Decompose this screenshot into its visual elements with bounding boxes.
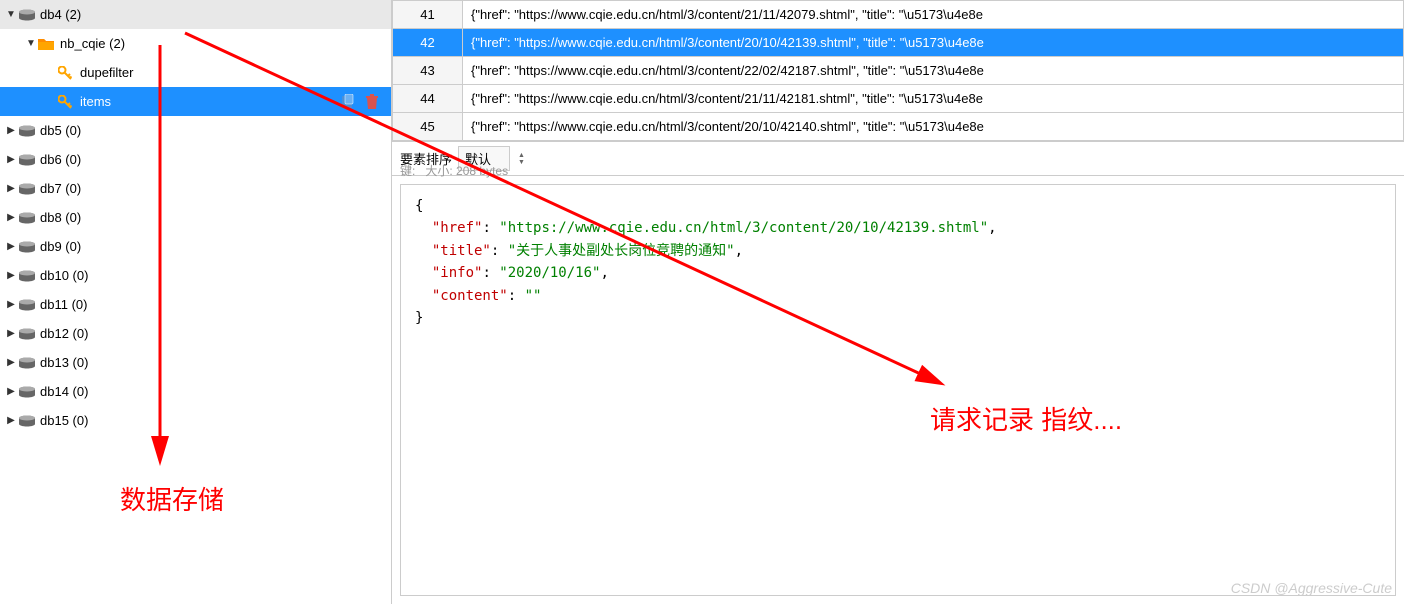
tree-item-label: db13 (0): [40, 355, 88, 370]
table-row[interactable]: 44{"href": "https://www.cqie.edu.cn/html…: [393, 85, 1404, 113]
tree-item-db9[interactable]: ▶ db9 (0): [0, 232, 391, 261]
tree-item-label: db5 (0): [40, 123, 81, 138]
row-number: 44: [393, 85, 463, 113]
database-icon: [18, 211, 36, 225]
json-viewer[interactable]: { "href": "https://www.cqie.edu.cn/html/…: [400, 184, 1396, 596]
tree-item-db13[interactable]: ▶ db13 (0): [0, 348, 391, 377]
expander-icon[interactable]: ▼: [24, 38, 38, 49]
row-number: 45: [393, 113, 463, 141]
tree-item-label: db10 (0): [40, 268, 88, 283]
key-icon: [58, 95, 76, 109]
copy-icon[interactable]: [339, 93, 357, 111]
database-icon: [18, 327, 36, 341]
database-icon: [18, 356, 36, 370]
expander-icon[interactable]: ▶: [4, 154, 18, 165]
tree-item-db4[interactable]: ▼ db4 (2): [0, 0, 391, 29]
database-icon: [18, 385, 36, 399]
row-value: {"href": "https://www.cqie.edu.cn/html/3…: [463, 85, 1404, 113]
sort-bar: 要素排序 默认 ▲▼ 键: 大小: 208 bytes: [392, 142, 1404, 176]
database-icon: [18, 298, 36, 312]
delete-icon[interactable]: [363, 93, 381, 111]
tree-item-label: items: [80, 94, 111, 109]
database-icon: [18, 182, 36, 196]
tree-item-db10[interactable]: ▶ db10 (0): [0, 261, 391, 290]
database-icon: [18, 124, 36, 138]
table-row[interactable]: 43{"href": "https://www.cqie.edu.cn/html…: [393, 57, 1404, 85]
tree-item-label: db11 (0): [40, 297, 87, 312]
tree-item-label: dupefilter: [80, 65, 133, 80]
tree-item-label: db9 (0): [40, 239, 81, 254]
size-info: 键: 大小: 208 bytes: [400, 162, 508, 179]
database-icon: [18, 269, 36, 283]
row-value: {"href": "https://www.cqie.edu.cn/html/3…: [463, 57, 1404, 85]
tree-item-nb_cqie[interactable]: ▼ nb_cqie (2): [0, 29, 391, 58]
data-table-area: 41{"href": "https://www.cqie.edu.cn/html…: [392, 0, 1404, 142]
tree-item-db7[interactable]: ▶ db7 (0): [0, 174, 391, 203]
expander-icon[interactable]: ▶: [4, 386, 18, 397]
tree-item-db8[interactable]: ▶ db8 (0): [0, 203, 391, 232]
tree-item-db5[interactable]: ▶ db5 (0): [0, 116, 391, 145]
tree-item-label: nb_cqie (2): [60, 36, 125, 51]
row-number: 41: [393, 1, 463, 29]
expander-icon[interactable]: ▶: [4, 241, 18, 252]
row-number: 43: [393, 57, 463, 85]
tree-item-label: db12 (0): [40, 326, 88, 341]
tree-item-db6[interactable]: ▶ db6 (0): [0, 145, 391, 174]
tree-item-label: db6 (0): [40, 152, 81, 167]
table-row[interactable]: 45{"href": "https://www.cqie.edu.cn/html…: [393, 113, 1404, 141]
tree-item-label: db7 (0): [40, 181, 81, 196]
expander-icon[interactable]: ▶: [4, 270, 18, 281]
sort-spinner[interactable]: ▲▼: [518, 152, 525, 166]
expander-icon[interactable]: ▶: [4, 183, 18, 194]
database-icon: [18, 240, 36, 254]
expander-icon[interactable]: ▶: [4, 212, 18, 223]
data-table[interactable]: 41{"href": "https://www.cqie.edu.cn/html…: [392, 0, 1404, 141]
database-icon: [18, 414, 36, 428]
expander-icon[interactable]: ▼: [4, 9, 18, 20]
database-icon: [18, 8, 36, 22]
folder-icon: [38, 37, 56, 51]
key-icon: [58, 66, 76, 80]
tree-item-label: db14 (0): [40, 384, 88, 399]
expander-icon[interactable]: ▶: [4, 299, 18, 310]
tree-item-label: db15 (0): [40, 413, 88, 428]
row-value: {"href": "https://www.cqie.edu.cn/html/3…: [463, 113, 1404, 141]
table-row[interactable]: 41{"href": "https://www.cqie.edu.cn/html…: [393, 1, 1404, 29]
tree-item-label: db4 (2): [40, 7, 81, 22]
row-value: {"href": "https://www.cqie.edu.cn/html/3…: [463, 1, 1404, 29]
tree-item-dupefilter[interactable]: dupefilter: [0, 58, 391, 87]
expander-icon[interactable]: ▶: [4, 125, 18, 136]
database-tree[interactable]: ▼ db4 (2) ▼ nb_cqie (2) dupefilter items ▶ db5 …: [0, 0, 392, 604]
database-icon: [18, 153, 36, 167]
row-number: 42: [393, 29, 463, 57]
tree-item-db11[interactable]: ▶ db11 (0): [0, 290, 391, 319]
tree-item-items[interactable]: items: [0, 87, 391, 116]
row-value: {"href": "https://www.cqie.edu.cn/html/3…: [463, 29, 1404, 57]
tree-item-db12[interactable]: ▶ db12 (0): [0, 319, 391, 348]
table-row[interactable]: 42{"href": "https://www.cqie.edu.cn/html…: [393, 29, 1404, 57]
tree-item-db15[interactable]: ▶ db15 (0): [0, 406, 391, 435]
expander-icon[interactable]: ▶: [4, 357, 18, 368]
tree-item-label: db8 (0): [40, 210, 81, 225]
expander-icon[interactable]: ▶: [4, 328, 18, 339]
expander-icon[interactable]: ▶: [4, 415, 18, 426]
tree-item-db14[interactable]: ▶ db14 (0): [0, 377, 391, 406]
